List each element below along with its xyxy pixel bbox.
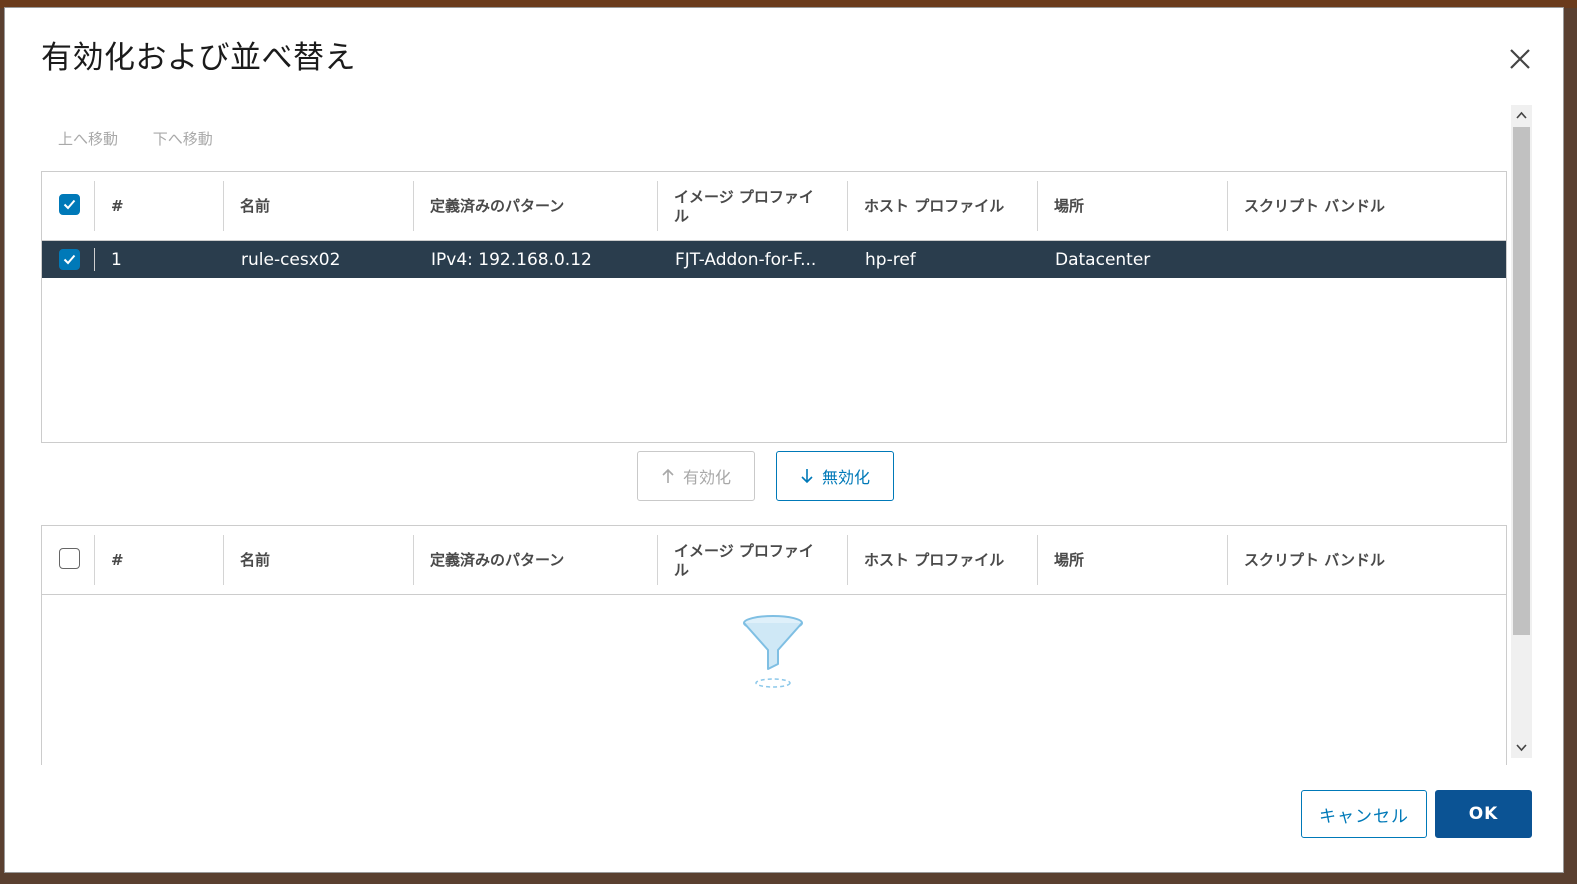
active-rules-grid: # 名前 定義済みのパターン イメージ プロファイ ル ホスト プロファイル 場… <box>41 171 1507 443</box>
reorder-toolbar: 上へ移動 下へ移動 <box>58 128 243 149</box>
dialog-scrollbar[interactable] <box>1511 105 1532 758</box>
column-header-image-profile-line1: イメージ プロファイ <box>674 541 814 560</box>
column-header-script-bundle[interactable]: スクリプト バンドル <box>1244 526 1385 595</box>
select-all-checkbox[interactable] <box>59 548 80 569</box>
column-header-location[interactable]: 場所 <box>1054 526 1084 595</box>
cancel-button[interactable]: キャンセル <box>1301 790 1427 838</box>
column-header-script-bundle[interactable]: スクリプト バンドル <box>1244 172 1385 241</box>
cell-host-profile: hp-ref <box>865 249 916 270</box>
column-header-image-profile-line1: イメージ プロファイ <box>674 187 814 206</box>
scrollbar-thumb[interactable] <box>1513 127 1530 635</box>
move-down-button[interactable]: 下へ移動 <box>153 130 213 148</box>
cell-pattern: IPv4: 192.168.0.12 <box>431 249 592 270</box>
enable-button[interactable]: 有効化 <box>637 451 755 501</box>
move-up-button[interactable]: 上へ移動 <box>58 130 118 148</box>
grid-header: # 名前 定義済みのパターン イメージ プロファイ ル ホスト プロファイル 場… <box>42 526 1506 595</box>
close-icon <box>1510 49 1530 69</box>
arrow-up-icon <box>662 468 674 483</box>
row-checkbox[interactable] <box>59 249 80 270</box>
cell-name: rule-cesx02 <box>241 249 341 270</box>
filter-funnel-icon <box>743 615 803 688</box>
select-all-checkbox[interactable] <box>59 194 80 215</box>
cell-index: 1 <box>111 249 122 270</box>
column-header-pattern[interactable]: 定義済みのパターン <box>430 172 564 241</box>
checkmark-icon <box>63 254 76 265</box>
enable-button-label: 有効化 <box>682 468 731 487</box>
column-header-name[interactable]: 名前 <box>240 526 270 595</box>
column-header-index[interactable]: # <box>111 526 124 595</box>
table-row[interactable]: 1 rule-cesx02 IPv4: 192.168.0.12 FJT-Add… <box>42 241 1506 278</box>
arrow-down-icon <box>801 469 813 484</box>
close-button[interactable] <box>1505 44 1535 74</box>
checkmark-icon <box>63 199 76 210</box>
column-header-location[interactable]: 場所 <box>1054 172 1084 241</box>
enable-reorder-dialog: 有効化および並べ替え 上へ移動 下へ移動 # 名前 定義済みのパターン イメージ… <box>4 7 1564 873</box>
column-header-image-profile-line2: ル <box>674 560 690 579</box>
disable-button-label: 無効化 <box>821 468 870 487</box>
cell-image-profile: FJT-Addon-for-F... <box>675 249 817 270</box>
column-header-host-profile[interactable]: ホスト プロファイル <box>864 172 1004 241</box>
column-header-image-profile[interactable]: イメージ プロファイ ル <box>674 526 814 595</box>
column-header-pattern[interactable]: 定義済みのパターン <box>430 526 564 595</box>
disable-button[interactable]: 無効化 <box>776 451 894 501</box>
scroll-up-icon[interactable] <box>1515 109 1528 122</box>
column-header-name[interactable]: 名前 <box>240 172 270 241</box>
dialog-title: 有効化および並べ替え <box>41 40 356 76</box>
scroll-down-icon[interactable] <box>1515 741 1528 754</box>
column-header-image-profile-line2: ル <box>674 206 690 225</box>
cell-location: Datacenter <box>1055 249 1151 270</box>
column-header-index[interactable]: # <box>111 172 124 241</box>
column-header-host-profile[interactable]: ホスト プロファイル <box>864 526 1004 595</box>
grid-header: # 名前 定義済みのパターン イメージ プロファイ ル ホスト プロファイル 場… <box>42 172 1506 241</box>
ok-button[interactable]: OK <box>1435 790 1532 838</box>
column-header-image-profile[interactable]: イメージ プロファイ ル <box>674 172 814 241</box>
